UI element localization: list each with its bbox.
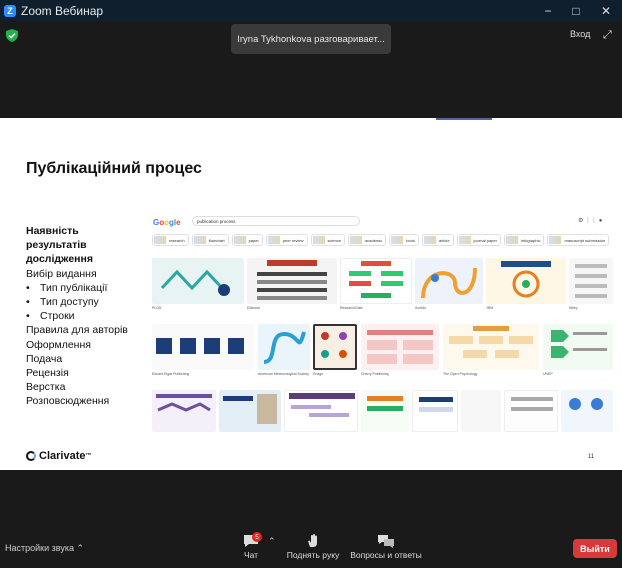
clarivate-mark-icon [26,451,36,461]
maximize-button[interactable]: □ [562,0,590,21]
search-chip: flowchart [191,234,229,246]
image-caption: JRM [486,306,494,310]
image-result [569,258,613,304]
chevron-up-icon[interactable]: ⌃ [77,543,85,553]
search-chip: article [421,234,454,246]
image-result [258,324,310,370]
google-images-screenshot: Google publication process ⚙ ⋮⋮ ● resear… [150,214,614,432]
active-speaker-banner: Iryna Tykhonkova разговаривает... [231,24,391,54]
exit-fullscreen-link[interactable]: Вход [570,29,590,39]
image-result [152,324,254,370]
image-caption: ResearchGate [340,306,363,310]
image-result [486,258,566,304]
outline-item: Рецензія [26,367,69,380]
search-chip: manuscript submission [547,234,610,246]
google-search-box: publication process [192,216,360,226]
image-result [412,390,458,432]
outline-bold-line: результатів [26,239,87,252]
image-caption: UNEP [543,372,553,376]
meeting-top-area: Iryna Tykhonkova разговаривает... Вход ⤢ [0,21,622,118]
image-result [361,390,409,432]
image-result [504,390,558,432]
google-account-icons: ⚙ ⋮⋮ ● [578,218,603,224]
window-title: Zoom Вебинар [21,3,104,18]
outline-bold-line: Наявність [26,225,79,237]
outline-item: Верстка [26,381,66,394]
window-titlebar: Z Zoom Вебинар [0,0,622,21]
close-button[interactable]: ✕ [592,0,620,21]
image-caption: Cherry Publishing [361,372,389,376]
image-caption: American Meteorological Society [258,372,309,376]
fullscreen-icon[interactable]: ⤢ [603,29,612,42]
chat-unread-badge: 5 [252,532,262,542]
image-caption: Enago [313,372,324,376]
image-result [340,258,412,304]
clarivate-logo: Clarivate ™ [26,450,91,462]
image-result [361,324,439,370]
audio-settings-button[interactable]: Настройки звука ⌃ [5,543,84,554]
image-result [543,324,613,370]
image-result [561,390,613,432]
slide-outline: Наявність результатів дослідження Вибір … [26,224,146,409]
search-chip: journal paper [456,234,501,246]
search-chip: peer review [265,234,308,246]
image-result [152,390,216,432]
outline-bullet-item: • Тип доступу [26,296,99,309]
search-chip: book [389,234,419,246]
image-caption: Scribbr [415,306,427,310]
search-chip: academic [348,234,387,246]
google-logo: Google [153,218,181,227]
image-result [247,258,337,304]
slide-accent-bar [436,118,492,120]
image-caption: The Open Psychology [443,372,478,376]
zoom-logo-icon: Z [4,4,16,17]
outline-item: Подача [26,352,63,365]
qa-button[interactable]: Вопросы и ответы [349,534,423,560]
raise-hand-button[interactable]: Поднять руку [285,534,341,560]
leave-button[interactable]: Выйти [573,539,617,558]
outline-bullet-item: • Тип публікації [26,281,108,294]
image-result [461,390,501,432]
image-result [219,390,281,432]
shared-slide: Публікаційний процес Наявність результат… [0,118,622,470]
image-caption: PLOS [152,306,162,310]
image-result [284,390,358,432]
image-result [152,258,244,304]
outline-bold-line: дослідження [26,253,93,266]
slide-title: Публікаційний процес [26,160,202,177]
image-result [443,324,539,370]
outline-item: Оформлення [26,338,91,351]
image-result [415,258,483,304]
image-caption: Editorial [247,306,260,310]
image-caption: Wiley [569,306,578,310]
google-chips: research flowchart paper peer review sci… [150,234,614,248]
outline-bullet-item: • Строки [26,310,75,323]
image-result [313,324,357,370]
search-chip: science [310,234,346,246]
chat-options-chevron-icon[interactable]: ⌃ [268,536,276,547]
encryption-shield-icon[interactable] [6,29,18,42]
qa-icon [378,535,394,548]
minimize-button[interactable]: − [534,0,562,21]
search-chip: research [152,234,189,246]
raise-hand-icon [308,534,317,547]
outline-item: Вибір видання [26,267,97,280]
outline-item: Правила для авторів [26,324,128,337]
search-chip: paper [231,234,263,246]
image-caption: Edvard Elgar Publishing [152,372,190,376]
outline-item: Розповсюдження [26,395,110,408]
slide-page-number: 11 [588,454,595,460]
meeting-controls: Настройки звука ⌃ Чат 5 ⌃ Поднять руку В… [0,530,622,568]
search-chip: infographic [503,234,545,246]
